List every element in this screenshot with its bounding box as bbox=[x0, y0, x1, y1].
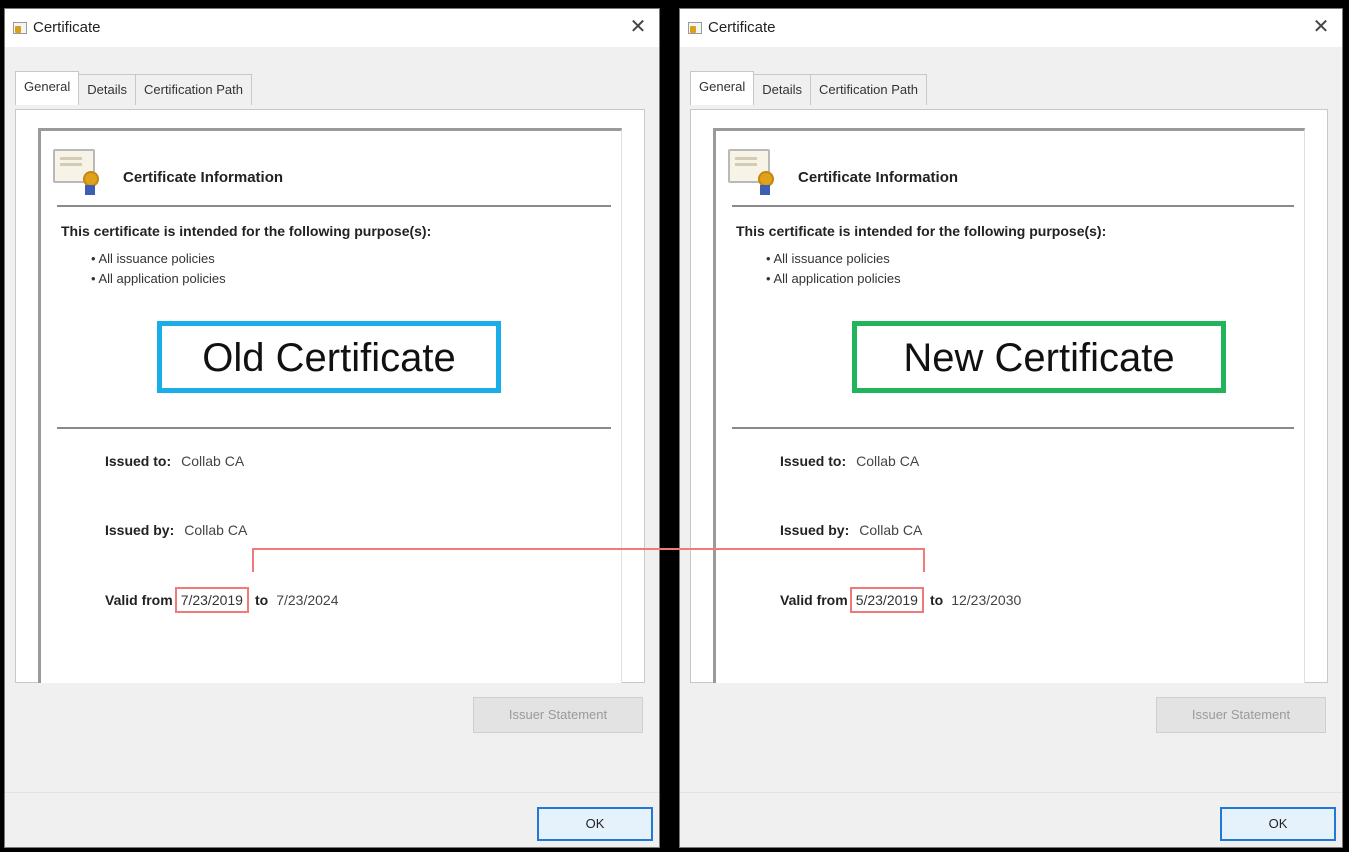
valid-to-word: to bbox=[929, 592, 944, 608]
divider bbox=[732, 205, 1294, 207]
certificate-info-box: Certificate Information This certificate… bbox=[38, 128, 622, 683]
titlebar: Certificate ✕ bbox=[5, 9, 659, 47]
tab-details[interactable]: Details bbox=[78, 74, 136, 105]
ribbon-icon bbox=[85, 185, 95, 195]
ribbon-icon bbox=[760, 185, 770, 195]
valid-to-date: 7/23/2024 bbox=[276, 592, 339, 608]
close-icon[interactable]: ✕ bbox=[1306, 13, 1336, 41]
validity-row: Valid from 5/23/2019 to 12/23/2030 bbox=[780, 587, 1021, 613]
dialog-client: General Details Certification Path Certi… bbox=[680, 47, 1342, 847]
issued-by-value: Collab CA bbox=[184, 522, 248, 538]
issued-by-row: Issued by: Collab CA bbox=[780, 522, 922, 538]
divider bbox=[732, 427, 1294, 429]
tab-strip: General Details Certification Path bbox=[15, 71, 252, 105]
valid-from-label: Valid from bbox=[105, 592, 173, 608]
tab-certification-path[interactable]: Certification Path bbox=[135, 74, 252, 105]
purpose-heading: This certificate is intended for the fol… bbox=[61, 223, 432, 239]
issued-to-row: Issued to: Collab CA bbox=[780, 453, 919, 469]
general-tab-panel: Certificate Information This certificate… bbox=[690, 109, 1328, 683]
certificate-icon bbox=[13, 22, 27, 34]
general-tab-panel: Certificate Information This certificate… bbox=[15, 109, 645, 683]
tab-certification-path[interactable]: Certification Path bbox=[810, 74, 927, 105]
window-title: Certificate bbox=[708, 19, 776, 36]
close-icon[interactable]: ✕ bbox=[623, 13, 653, 41]
certificate-icon bbox=[688, 22, 702, 34]
valid-from-label: Valid from bbox=[780, 592, 848, 608]
dialog-footer: OK bbox=[680, 792, 1342, 847]
divider bbox=[57, 427, 611, 429]
window-title: Certificate bbox=[33, 19, 101, 36]
validity-row: Valid from 7/23/2019 to 7/23/2024 bbox=[105, 587, 339, 613]
purpose-list: All issuance policies All application po… bbox=[766, 249, 901, 289]
valid-from-date: 7/23/2019 bbox=[174, 587, 249, 613]
issued-to-value: Collab CA bbox=[181, 453, 245, 469]
valid-to-word: to bbox=[254, 592, 269, 608]
valid-to-date: 12/23/2030 bbox=[951, 592, 1022, 608]
divider bbox=[57, 205, 611, 207]
certificate-dialog-old: Certificate ✕ General Details Certificat… bbox=[4, 8, 660, 848]
ok-button[interactable]: OK bbox=[1220, 807, 1336, 841]
tab-details[interactable]: Details bbox=[753, 74, 811, 105]
list-item: All application policies bbox=[91, 269, 225, 289]
certificate-info-box: Certificate Information This certificate… bbox=[713, 128, 1305, 683]
new-certificate-label: New Certificate bbox=[852, 321, 1226, 393]
issued-to-value: Collab CA bbox=[856, 453, 920, 469]
issued-by-label: Issued by: bbox=[780, 522, 850, 538]
valid-from-date: 5/23/2019 bbox=[849, 587, 924, 613]
dialog-footer: OK bbox=[5, 792, 659, 847]
purpose-heading: This certificate is intended for the fol… bbox=[736, 223, 1107, 239]
purpose-list: All issuance policies All application po… bbox=[91, 249, 226, 289]
issued-by-row: Issued by: Collab CA bbox=[105, 522, 247, 538]
old-certificate-label: Old Certificate bbox=[157, 321, 501, 393]
certificate-icon bbox=[53, 149, 99, 195]
tab-general[interactable]: General bbox=[15, 71, 80, 105]
certificate-dialog-new: Certificate ✕ General Details Certificat… bbox=[679, 8, 1343, 848]
list-item: All issuance policies bbox=[91, 249, 226, 269]
issuer-statement-button[interactable]: Issuer Statement bbox=[473, 697, 643, 733]
issued-by-label: Issued by: bbox=[105, 522, 175, 538]
tab-general[interactable]: General bbox=[690, 71, 755, 105]
list-item: All application policies bbox=[766, 269, 900, 289]
titlebar: Certificate ✕ bbox=[680, 9, 1342, 47]
tab-strip: General Details Certification Path bbox=[690, 71, 927, 105]
issued-by-value: Collab CA bbox=[859, 522, 923, 538]
issuer-statement-button[interactable]: Issuer Statement bbox=[1156, 697, 1326, 733]
issued-to-label: Issued to: bbox=[780, 453, 847, 469]
list-item: All issuance policies bbox=[766, 249, 901, 269]
issued-to-row: Issued to: Collab CA bbox=[105, 453, 244, 469]
ok-button[interactable]: OK bbox=[537, 807, 653, 841]
info-heading: Certificate Information bbox=[798, 169, 959, 186]
info-heading: Certificate Information bbox=[123, 169, 284, 186]
dialog-client: General Details Certification Path Certi… bbox=[5, 47, 659, 847]
certificate-icon bbox=[728, 149, 774, 195]
issued-to-label: Issued to: bbox=[105, 453, 172, 469]
